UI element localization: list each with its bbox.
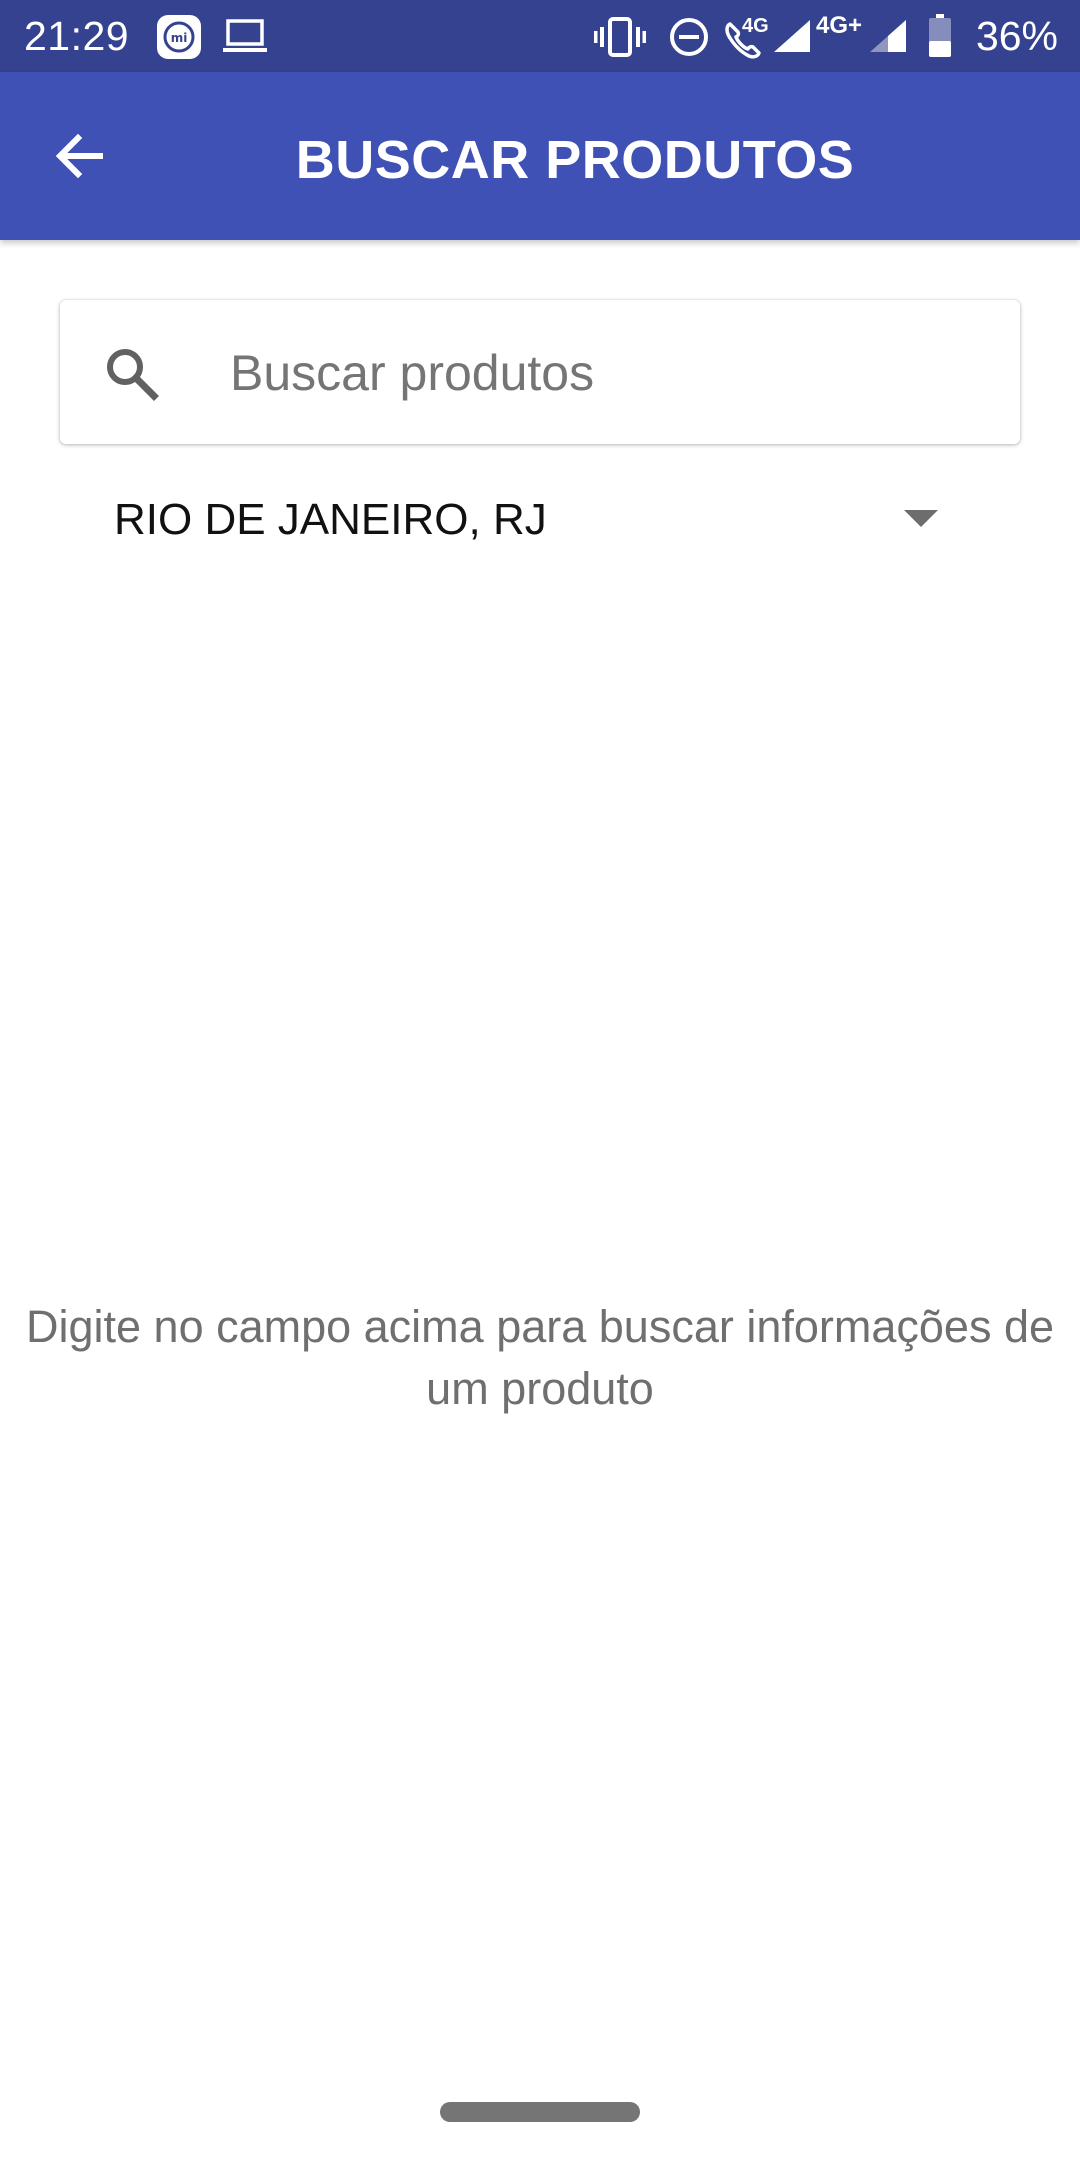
home-indicator[interactable] xyxy=(440,2102,640,2122)
vibrate-icon xyxy=(594,17,646,57)
chevron-down-icon xyxy=(904,510,938,527)
app-bar: BUSCAR PRODUTOS xyxy=(0,72,1080,240)
location-selected-value: RIO DE JANEIRO, RJ xyxy=(114,495,547,544)
laptop-icon xyxy=(223,19,267,52)
page-title: BUSCAR PRODUTOS xyxy=(295,130,855,190)
location-dropdown[interactable]: RIO DE JANEIRO, RJ xyxy=(96,480,956,560)
battery-icon xyxy=(929,14,951,57)
battery-percent: 36% xyxy=(975,13,1058,59)
data-network-label: 4G+ xyxy=(816,12,863,39)
search-input[interactable] xyxy=(228,330,992,416)
search-products-screen: 21:29 mi 4G 4G+ 36% BUSCAR PRODUTOS Busc… xyxy=(0,0,1080,2160)
signal-icon xyxy=(774,20,810,52)
call-network-label: 4G xyxy=(742,15,769,37)
status-time: 21:29 xyxy=(24,13,130,59)
mi-icon: mi xyxy=(157,15,201,59)
search-bar[interactable] xyxy=(60,300,1020,444)
search-icon xyxy=(107,349,159,401)
empty-state-message: Digite no campo acima para buscar inform… xyxy=(25,1301,1054,1414)
dnd-icon xyxy=(670,18,708,56)
svg-text:mi: mi xyxy=(171,31,188,45)
status-bar: 21:29 mi 4G 4G+ 36% xyxy=(0,0,1080,72)
signal-icon xyxy=(870,20,906,52)
